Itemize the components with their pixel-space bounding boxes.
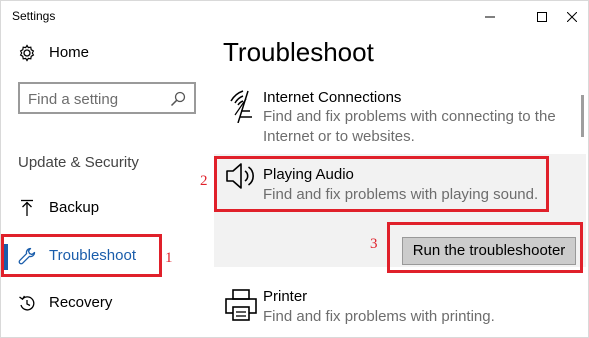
annotation-number-2: 2 (200, 173, 208, 189)
close-icon (567, 12, 577, 22)
troubleshooter-item-printer[interactable]: Printer Find and fix problems with print… (214, 284, 586, 338)
page-title: Troubleshoot (223, 37, 374, 67)
search-icon[interactable] (170, 91, 186, 107)
sidebar-item-backup[interactable]: Backup (1, 188, 206, 228)
search-box[interactable] (18, 82, 196, 114)
section-heading: Update & Security (18, 154, 139, 171)
maximize-icon (537, 12, 547, 22)
troubleshooter-item-internet[interactable]: Internet Connections Find and fix proble… (214, 83, 586, 153)
item-name: Internet Connections (263, 89, 402, 106)
item-description: Find and fix problems with connecting to… (263, 108, 556, 145)
annotation-number-3: 3 (370, 236, 378, 252)
recovery-icon (19, 295, 35, 311)
gear-icon (19, 44, 35, 62)
item-name: Printer (263, 288, 308, 305)
minimize-icon (485, 16, 495, 18)
search-input[interactable] (28, 89, 168, 109)
arrow-up-icon (21, 199, 33, 216)
window-title: Settings (12, 9, 56, 23)
printer-icon (225, 289, 257, 321)
settings-window: Settings Home Update & Security (0, 0, 589, 338)
annotation-box-1 (1, 234, 162, 277)
item-description: Find and fix problems with printing. (263, 308, 495, 325)
annotation-box-3 (387, 222, 583, 273)
sidebar-item-recovery[interactable]: Recovery (1, 283, 206, 323)
sidebar-item-label: Recovery (49, 294, 113, 311)
minimize-button[interactable] (467, 1, 513, 33)
annotation-box-2 (214, 156, 549, 212)
close-button[interactable] (549, 1, 589, 33)
sidebar-item-label: Home (49, 44, 90, 61)
wifi-icon (230, 90, 252, 123)
scrollbar[interactable] (581, 95, 584, 137)
sidebar-item-label: Backup (49, 199, 100, 216)
sidebar: Home Update & Security Backup Troublesho (1, 33, 206, 338)
title-bar: Settings (1, 1, 588, 33)
sidebar-item-home[interactable]: Home (1, 33, 206, 73)
annotation-number-1: 1 (165, 250, 173, 266)
